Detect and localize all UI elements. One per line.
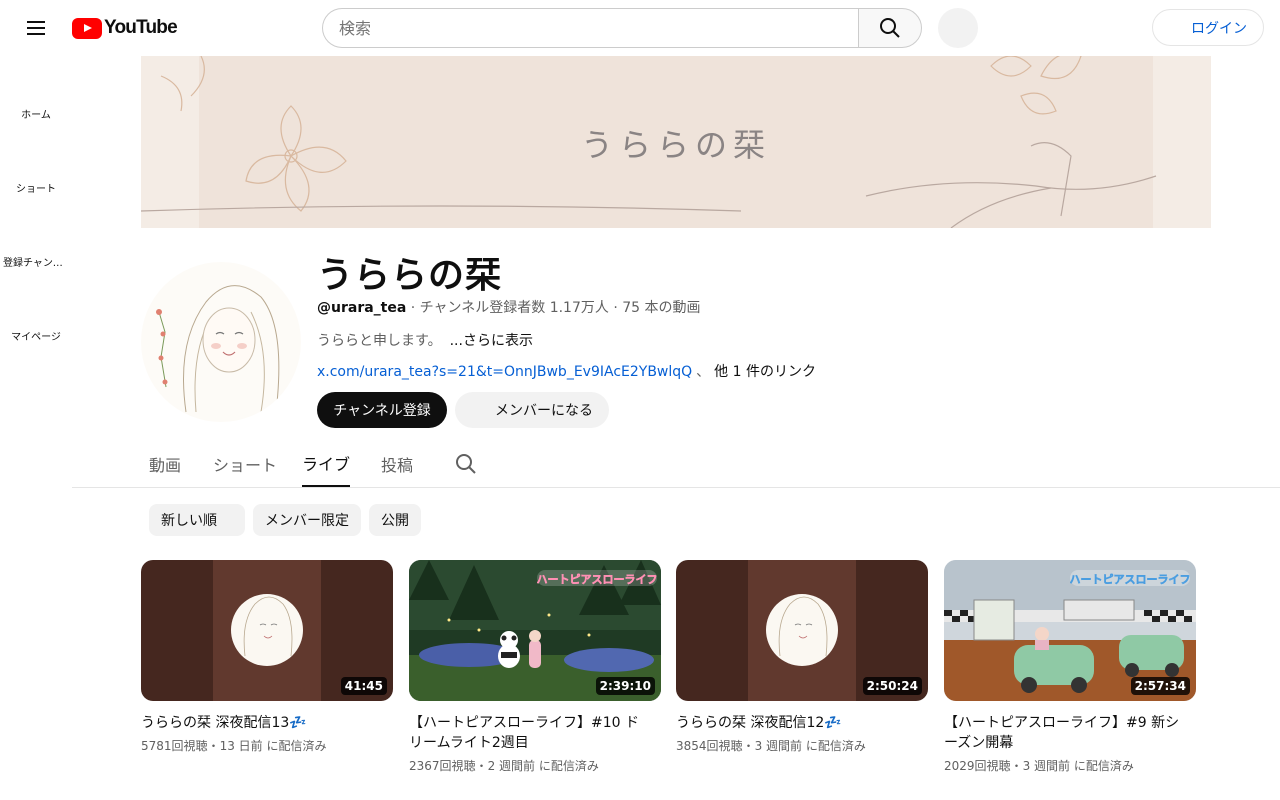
- channel-description[interactable]: うららと申します。 ...さらに表示: [317, 330, 533, 350]
- video-thumbnail[interactable]: ハートピアスローライフ 2:39:10: [409, 560, 661, 701]
- description-text: うららと申します。: [317, 333, 442, 349]
- subscribe-button[interactable]: チャンネル登録: [317, 392, 447, 428]
- video-meta: 3854回視聴・3 週間前 に配信済み: [676, 737, 928, 754]
- video-card[interactable]: ハートピアスローライフ 2:57:34 【ハートピアスローライフ】#9 新シーズ…: [944, 560, 1196, 774]
- show-more-link[interactable]: ...さらに表示: [450, 333, 533, 349]
- sidebar-item-home[interactable]: ホーム: [0, 76, 72, 150]
- tab-live[interactable]: ライブ: [302, 440, 351, 487]
- video-card[interactable]: 2:50:24 うららの栞 深夜配信12💤 3854回視聴・3 週間前 に配信済…: [676, 560, 928, 754]
- other-links[interactable]: 他 1 件のリンク: [714, 364, 816, 380]
- publish-time: 2 週間前 に配信済み: [487, 759, 599, 773]
- sidebar-item-label: マイページ: [11, 331, 61, 343]
- login-label: ログイン: [1191, 20, 1247, 37]
- sidebar-item-label: ホーム: [21, 109, 51, 121]
- sidebar-item-label: 登録チャンネル: [3, 257, 69, 269]
- top-bar: YouTube ログイン: [0, 0, 1280, 56]
- subscribe-label: チャンネル登録: [333, 403, 431, 419]
- channel-name: うららの栞: [317, 255, 503, 296]
- channel-external-link[interactable]: x.com/urara_tea?s=21&t=OnnJBwb_Ev9IAcE2Y…: [317, 364, 692, 380]
- chip-members-only[interactable]: メンバー限定: [253, 504, 361, 536]
- search-icon: [880, 18, 900, 38]
- game-logo-text: ハートピアスローライフ: [1070, 573, 1190, 586]
- youtube-logo[interactable]: YouTube: [72, 17, 178, 39]
- meta-separator: ・: [475, 759, 488, 773]
- video-meta: 2029回視聴・3 週間前 に配信済み: [944, 757, 1196, 774]
- video-meta: 5781回視聴・13 日前 に配信済み: [141, 737, 393, 754]
- login-button[interactable]: ログイン: [1152, 9, 1264, 46]
- video-duration: 2:57:34: [1130, 677, 1190, 695]
- game-logo-text: ハートピアスローライフ: [537, 573, 657, 586]
- tab-label: 投稿: [381, 455, 414, 475]
- channel-avatar[interactable]: [141, 262, 301, 422]
- view-count: 2367回視聴: [409, 759, 476, 773]
- view-count: 5781回視聴: [141, 739, 208, 753]
- video-count: 75 本の動画: [622, 300, 701, 316]
- search-input[interactable]: [322, 8, 858, 48]
- chip-label: 公開: [381, 513, 409, 529]
- tab-videos[interactable]: 動画: [149, 440, 181, 487]
- voice-search-button[interactable]: [938, 8, 978, 48]
- video-thumbnail[interactable]: 41:45: [141, 560, 393, 701]
- sidebar-item-shorts[interactable]: ショート: [0, 150, 72, 224]
- video-title[interactable]: 【ハートピアスローライフ】#9 新シーズン開幕: [944, 713, 1196, 753]
- publish-time: 3 週間前 に配信済み: [1022, 759, 1134, 773]
- logo-text: YouTube: [104, 17, 178, 38]
- youtube-play-icon: [72, 17, 102, 39]
- hamburger-menu-icon: [27, 21, 45, 35]
- video-title[interactable]: うららの栞 深夜配信12💤: [676, 713, 928, 733]
- meta-separator: ・: [207, 739, 220, 753]
- membership-label: メンバーになる: [495, 403, 593, 419]
- video-card[interactable]: ハートピアスローライフ 2:39:10 【ハートピアスローライフ】#10 ドリー…: [409, 560, 661, 774]
- view-count: 2029回視聴: [944, 759, 1011, 773]
- meta-dot: ·: [613, 300, 623, 316]
- channel-banner: うららの栞: [141, 56, 1211, 228]
- chip-public[interactable]: 公開: [369, 504, 421, 536]
- link-separator: 、: [696, 364, 711, 380]
- video-title[interactable]: 【ハートピアスローライフ】#10 ドリームライト2週目: [409, 713, 661, 753]
- search-bar: [322, 8, 922, 48]
- tab-posts[interactable]: 投稿: [381, 440, 413, 487]
- meta-dot: ·: [410, 300, 420, 316]
- search-button[interactable]: [858, 8, 922, 48]
- publish-time: 13 日前 に配信済み: [219, 739, 327, 753]
- channel-search-icon[interactable]: [454, 452, 478, 476]
- video-thumbnail[interactable]: 2:50:24: [676, 560, 928, 701]
- game-logo: ハートピアスローライフ: [537, 570, 657, 586]
- view-count: 3854回視聴: [676, 739, 743, 753]
- sidebar-item-subscriptions[interactable]: 登録チャンネル: [0, 224, 72, 298]
- video-meta: 2367回視聴・2 週間前 に配信済み: [409, 757, 661, 774]
- sidebar-item-label: ショート: [16, 183, 56, 195]
- video-duration: 2:50:24: [862, 677, 922, 695]
- tab-label: ショート: [213, 455, 278, 475]
- avatar-illustration: [141, 262, 301, 422]
- game-logo: ハートピアスローライフ: [1070, 570, 1190, 586]
- video-duration: 41:45: [340, 677, 387, 695]
- publish-time: 3 週間前 に配信済み: [754, 739, 866, 753]
- meta-separator: ・: [742, 739, 755, 753]
- sidebar-item-you[interactable]: マイページ: [0, 298, 72, 372]
- video-card[interactable]: 41:45 うららの栞 深夜配信13💤 5781回視聴・13 日前 に配信済み: [141, 560, 393, 754]
- chip-label: 新しい順: [161, 513, 217, 529]
- chip-newest[interactable]: 新しい順: [149, 504, 245, 536]
- video-thumbnail[interactable]: ハートピアスローライフ 2:57:34: [944, 560, 1196, 701]
- meta-separator: ・: [1010, 759, 1023, 773]
- join-membership-button[interactable]: メンバーになる: [455, 392, 609, 428]
- banner-title: うららの栞: [580, 126, 771, 164]
- chip-label: メンバー限定: [265, 513, 349, 529]
- menu-button[interactable]: [16, 8, 56, 48]
- channel-links: x.com/urara_tea?s=21&t=OnnJBwb_Ev9IAcE2Y…: [317, 361, 816, 381]
- video-title[interactable]: うららの栞 深夜配信13💤: [141, 713, 393, 733]
- tab-shorts[interactable]: ショート: [213, 440, 277, 487]
- tab-label: ライブ: [302, 454, 351, 474]
- channel-meta: @urara_tea · チャンネル登録者数 1.17万人 · 75 本の動画: [317, 297, 701, 317]
- subscriber-count: チャンネル登録者数 1.17万人: [419, 300, 609, 316]
- video-duration: 2:39:10: [595, 677, 655, 695]
- channel-handle: @urara_tea: [317, 300, 407, 316]
- tab-label: 動画: [149, 455, 182, 475]
- channel-tabs: 動画 ショート ライブ 投稿: [72, 440, 1280, 488]
